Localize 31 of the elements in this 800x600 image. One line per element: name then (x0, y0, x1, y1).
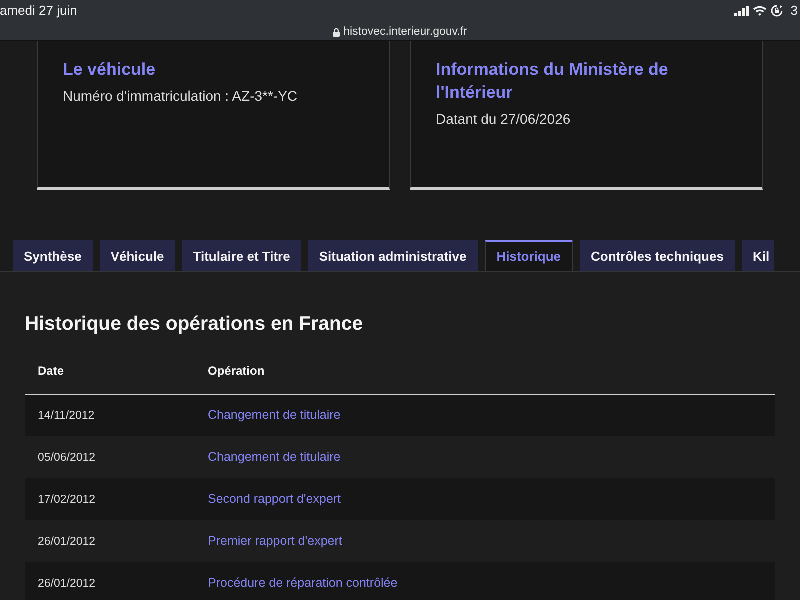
rotation-lock-icon (770, 5, 783, 17)
signal-icon (734, 6, 749, 16)
tab[interactable]: Kil (742, 240, 774, 271)
tab[interactable]: Contrôles techniques (580, 240, 735, 271)
column-header: Date (25, 348, 195, 394)
operation-link[interactable]: Procédure de réparation contrôlée (208, 576, 398, 590)
date-text: 26/01/2012 (38, 536, 96, 548)
tab[interactable]: Situation administrative (308, 240, 478, 271)
operation-link[interactable]: Premier rapport d'expert (208, 534, 342, 548)
operation-link[interactable]: Changement de titulaire (208, 408, 341, 422)
card-text: Datant du 27/06/2026 (436, 110, 572, 129)
tab[interactable]: Synthèse (13, 240, 93, 271)
date-text: 17/02/2012 (38, 494, 96, 506)
date-text: 14/11/2012 (38, 410, 95, 422)
status-time: 3 (790, 2, 798, 20)
date-text: 05/06/2012 (38, 452, 96, 464)
address-bar-url[interactable]: histovec.interieur.gouv.fr (344, 25, 468, 39)
tab[interactable]: Véhicule (100, 240, 176, 271)
card-text: Numéro d'immatriculation : AZ-3**-YC (63, 87, 299, 106)
date-text: 26/01/2012 (38, 578, 96, 590)
section-heading: Historique des opérations en France (25, 312, 364, 337)
tab[interactable]: Historique (484, 240, 574, 271)
operation-link[interactable]: Changement de titulaire (208, 450, 341, 464)
column-header: Opération (195, 348, 775, 394)
card-title: Le véhicule (63, 59, 157, 81)
tab[interactable]: Titulaire et Titre (182, 240, 302, 271)
lock-icon (332, 28, 340, 36)
status-date: amedi 27 juin (0, 2, 78, 20)
wifi-icon (752, 6, 767, 16)
card-title: Informations du Ministère de l'Intérieur (436, 59, 670, 104)
operation-link[interactable]: Second rapport d'expert (208, 492, 342, 506)
